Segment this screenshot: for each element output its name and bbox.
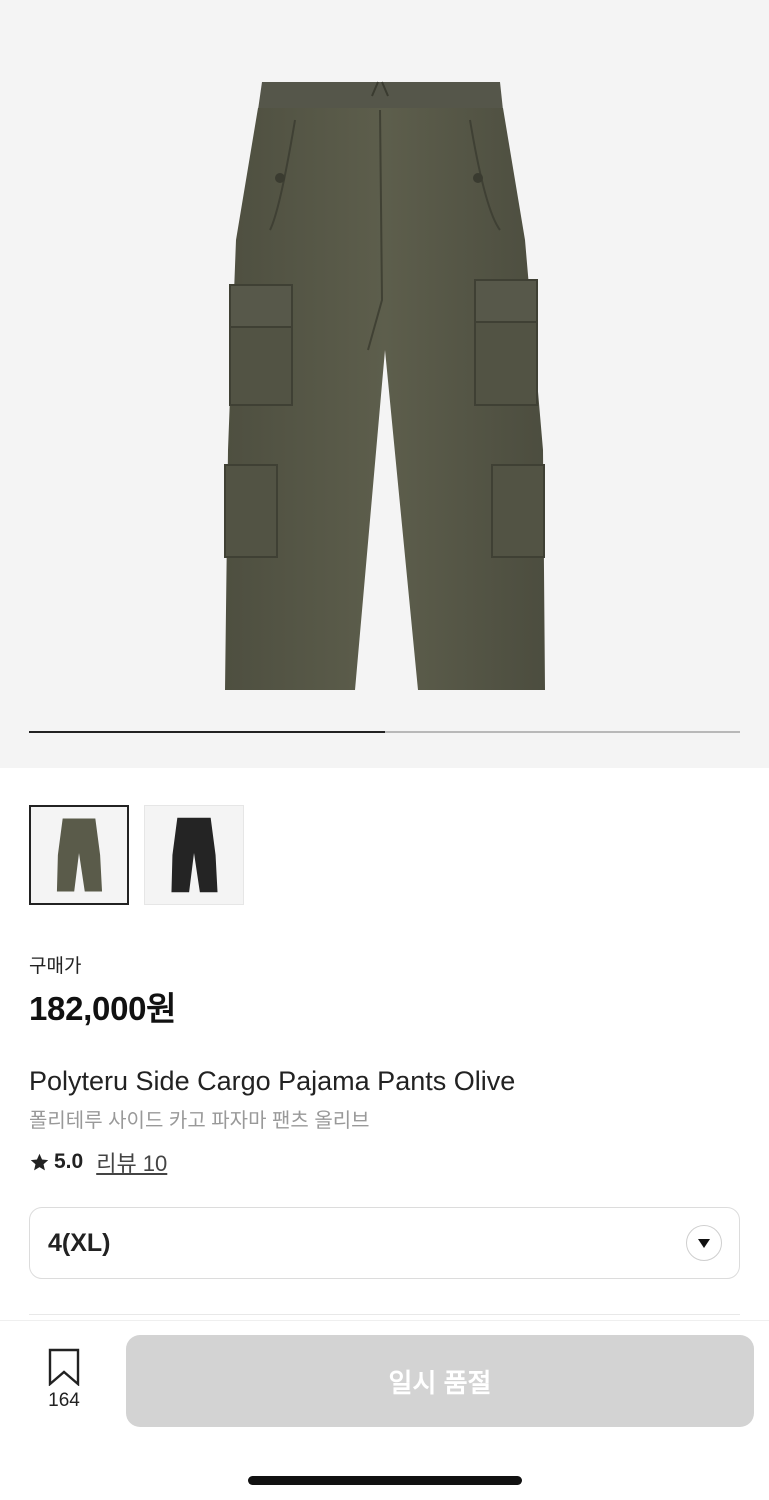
chevron-down-icon[interactable] [686,1225,722,1261]
star-icon [30,1153,49,1170]
black-pants-thumbnail-image [171,817,218,893]
rating-value: 5.0 [54,1150,84,1173]
olive-pants-thumbnail-image [56,818,103,892]
thumbnail-black[interactable] [144,805,244,905]
gallery-progress-fill [29,731,385,733]
product-name-english: Polyteru Side Cargo Pajama Pants Olive [29,1066,516,1096]
color-thumbnails [29,805,244,905]
product-main-image [224,81,545,690]
price-label: 구매가 [29,956,82,977]
divider [29,1314,740,1315]
bookmark-button[interactable]: 164 [40,1348,88,1412]
thumbnail-olive[interactable] [29,805,129,905]
size-option-select[interactable]: 4(XL) [29,1207,740,1279]
gallery-progress-track [29,731,740,733]
sold-out-button[interactable]: 일시 품절 [126,1335,754,1427]
rating-row: 5.0 리뷰 10 [29,1146,167,1178]
bookmark-icon [48,1348,80,1387]
review-link[interactable]: 리뷰 10 [96,1146,167,1178]
home-indicator [248,1476,522,1485]
selected-size-value: 4(XL) [48,1229,111,1257]
product-price: 182,000원 [29,990,177,1027]
bookmark-count: 164 [48,1390,80,1411]
product-name-korean: 폴리테루 사이드 카고 파자마 팬츠 올리브 [29,1110,370,1132]
product-image-gallery[interactable] [0,0,769,768]
